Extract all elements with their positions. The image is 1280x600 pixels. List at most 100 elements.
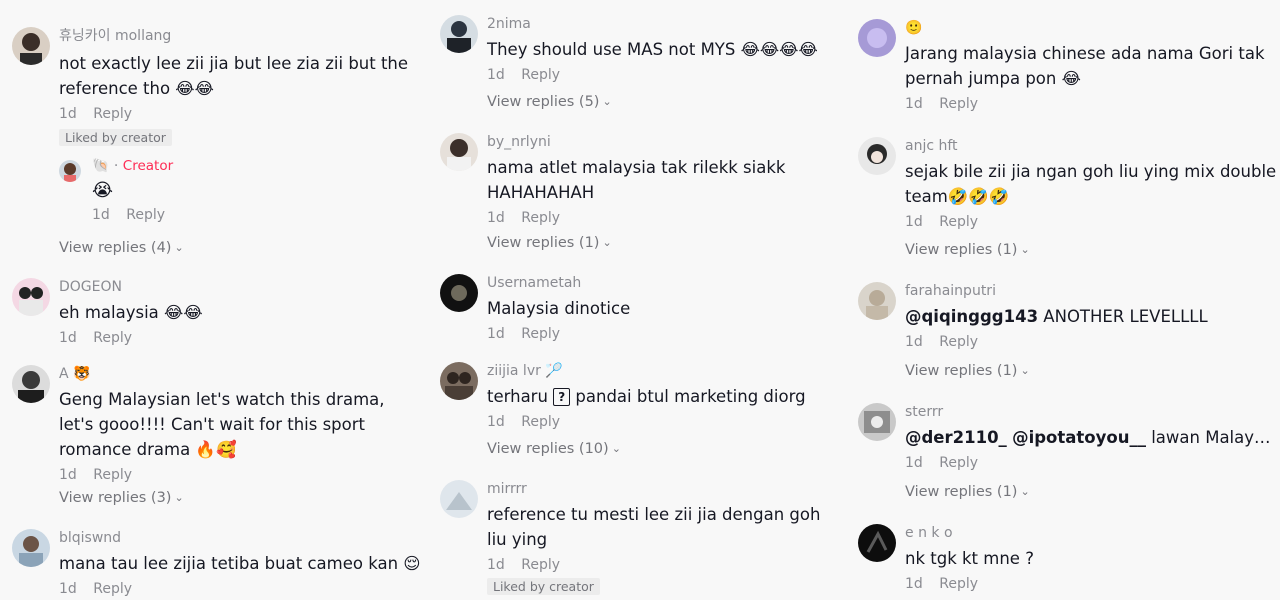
avatar[interactable] (440, 362, 478, 400)
avatar[interactable] (12, 365, 50, 403)
creator-avatar[interactable] (59, 160, 81, 182)
reply-button[interactable]: Reply (521, 414, 560, 430)
creator-username-text[interactable]: 🐚 · (92, 158, 123, 174)
view-replies-label: View replies (4) (59, 240, 172, 256)
reply-button[interactable]: Reply (521, 210, 560, 226)
reply-button[interactable]: Reply (939, 334, 978, 350)
avatar[interactable] (440, 133, 478, 171)
comment-username[interactable]: by_nrlyni (487, 133, 840, 151)
comment-meta: 1d Reply (487, 324, 840, 344)
comment-time: 1d (59, 467, 77, 483)
comment-text-part: terharu (487, 387, 554, 406)
comment-text-part: ANOTHER LEVELLLL (1038, 307, 1208, 326)
comment-meta: 1d Reply (905, 94, 1278, 114)
comment-text: Geng Malaysian let's watch this drama, l… (59, 390, 385, 459)
user-mention[interactable]: @der2110_ (905, 428, 1007, 447)
reply-button[interactable]: Reply (93, 330, 132, 346)
comment-text: @qiqinggg143 ANOTHER LEVELLLL (905, 304, 1278, 329)
comment-meta: 1d Reply (905, 212, 1278, 232)
reply-button[interactable]: Reply (93, 106, 132, 122)
comment-username[interactable]: 2nima (487, 15, 840, 33)
reply-button[interactable]: Reply (521, 326, 560, 342)
reply-button[interactable]: Reply (93, 581, 132, 597)
avatar[interactable] (440, 480, 478, 518)
chevron-down-icon: ⌄ (174, 241, 184, 254)
comment-username[interactable]: Usernametah (487, 274, 840, 292)
chevron-down-icon: ⌄ (1020, 485, 1030, 498)
comment-column-1: 휴닝카이 mollang not exactly lee zii jia but… (12, 0, 422, 600)
view-replies-button[interactable]: View replies (5) ⌄ (487, 94, 612, 110)
comment-time: 1d (487, 557, 505, 573)
comment-username[interactable]: blqiswnd (59, 529, 422, 547)
comment-username[interactable]: farahainputri (905, 282, 1278, 300)
avatar[interactable] (12, 27, 50, 65)
comment-meta: 1d Reply (487, 412, 840, 432)
comment-text: nama atlet malaysia tak rilekk siakk HAH… (487, 158, 786, 202)
comment-text: Jarang malaysia chinese ada nama Gori ta… (905, 44, 1265, 88)
avatar[interactable] (858, 403, 896, 441)
creator-reply-text: 😭 (92, 180, 114, 201)
comment-meta: 1d Reply (59, 328, 422, 348)
reply-button[interactable]: Reply (939, 96, 978, 112)
avatar[interactable] (858, 282, 896, 320)
comment-username[interactable]: 🙂 (905, 19, 1278, 37)
comment-time: 1d (487, 210, 505, 226)
avatar[interactable] (440, 15, 478, 53)
view-replies-button[interactable]: View replies (1) ⌄ (487, 235, 612, 251)
reply-button[interactable]: Reply (939, 576, 978, 592)
view-replies-label: View replies (10) (487, 441, 609, 457)
comment-username[interactable]: DOGEON (59, 278, 422, 296)
avatar[interactable] (12, 529, 50, 567)
reply-button[interactable]: Reply (521, 67, 560, 83)
reply-button[interactable]: Reply (93, 467, 132, 483)
view-replies-button[interactable]: View replies (1) ⌄ (905, 242, 1030, 258)
liked-by-creator-badge: Liked by creator (59, 129, 172, 146)
chevron-down-icon: ⌄ (611, 442, 621, 455)
comment-meta: 1d Reply (487, 208, 840, 228)
chevron-down-icon: ⌄ (1020, 364, 1030, 377)
avatar[interactable] (12, 278, 50, 316)
comment-time: 1d (59, 330, 77, 346)
comment-meta: 1d Reply (905, 332, 1278, 352)
comment-username[interactable]: A 🐯 (59, 365, 422, 383)
user-mention[interactable]: @ipotatoyou__ (1012, 428, 1146, 447)
comment-username[interactable]: anjc hft (905, 137, 1278, 155)
comment-text: They should use MAS not MYS 😂😂😂😂 (487, 40, 818, 59)
liked-by-creator-badge: Liked by creator (487, 578, 600, 595)
user-mention[interactable]: @qiqinggg143 (905, 307, 1038, 326)
chevron-down-icon: ⌄ (602, 236, 612, 249)
comment-time: 1d (905, 334, 923, 350)
comment-text: @der2110_ @ipotatoyou__ lawan Malaysia o… (905, 425, 1278, 450)
view-replies-button[interactable]: View replies (4) ⌄ (59, 240, 184, 256)
comment-username[interactable]: sterrr (905, 403, 1278, 421)
reply-button[interactable]: Reply (126, 207, 165, 223)
comment-text-part: lawan Malaysia o… (1151, 428, 1278, 447)
comment-meta: 1d Reply (59, 465, 422, 485)
comment-time: 1d (905, 96, 923, 112)
comment-time: 1d (487, 414, 505, 430)
avatar[interactable] (440, 274, 478, 312)
comment-time: 1d (905, 455, 923, 471)
comment-text-part: pandai btul marketing diorg (570, 387, 806, 406)
comment-username[interactable]: ziijia lvr 🏸 (487, 362, 840, 380)
comment-meta: 1d Reply (59, 104, 422, 124)
view-replies-label: View replies (1) (905, 363, 1018, 379)
reply-button[interactable]: Reply (521, 557, 560, 573)
view-replies-label: View replies (3) (59, 490, 172, 506)
avatar[interactable] (858, 19, 896, 57)
comment-column-3: 🙂 Jarang malaysia chinese ada nama Gori … (858, 0, 1278, 600)
comment-time: 1d (59, 106, 77, 122)
view-replies-button[interactable]: View replies (1) ⌄ (905, 363, 1030, 379)
reply-button[interactable]: Reply (939, 455, 978, 471)
comment-username[interactable]: e n k o (905, 524, 1278, 542)
comment-username[interactable]: mirrrr (487, 480, 840, 498)
view-replies-button[interactable]: View replies (3) ⌄ (59, 490, 184, 506)
creator-username[interactable]: 🐚 · Creator (92, 157, 422, 175)
view-replies-button[interactable]: View replies (10) ⌄ (487, 441, 621, 457)
reply-button[interactable]: Reply (939, 214, 978, 230)
avatar[interactable] (858, 137, 896, 175)
view-replies-button[interactable]: View replies (1) ⌄ (905, 484, 1030, 500)
avatar[interactable] (858, 524, 896, 562)
comment-text: eh malaysia 😂😂 (59, 303, 203, 322)
comment-username[interactable]: 휴닝카이 mollang (59, 27, 422, 45)
